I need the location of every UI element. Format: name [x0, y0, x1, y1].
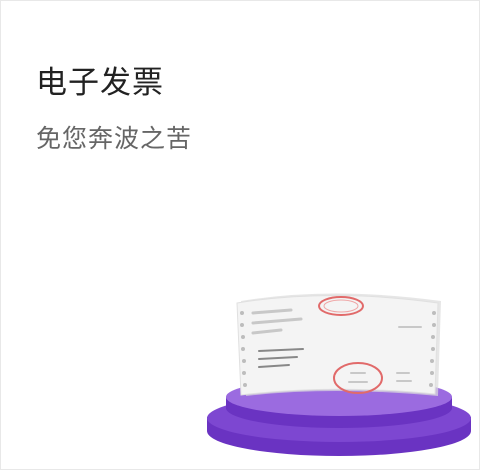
invoice-paper: [236, 293, 441, 396]
electronic-invoice-card[interactable]: 电子发票 免您奔波之苦: [0, 0, 480, 470]
electronic-invoice-on-podium-icon: [207, 293, 471, 456]
